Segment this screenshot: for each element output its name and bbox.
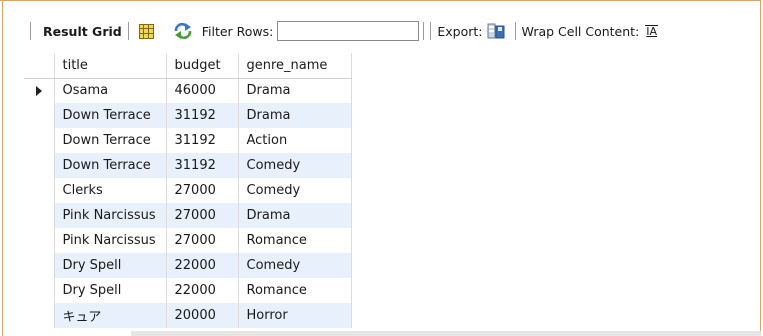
table-row[interactable]: Dry Spell 22000 Romance — [24, 278, 352, 303]
wrap-cell-label: Wrap Cell Content: — [521, 23, 640, 39]
cell-genre-name[interactable]: Drama — [238, 103, 352, 128]
cell-budget[interactable]: 20000 — [166, 303, 239, 328]
row-marker[interactable] — [24, 303, 55, 328]
toolbar-separator — [423, 22, 425, 40]
cell-genre-name[interactable]: Romance — [238, 278, 352, 303]
column-header-genre-name[interactable]: genre_name — [238, 53, 352, 79]
column-header-budget[interactable]: budget — [166, 53, 239, 79]
cell-budget[interactable]: 46000 — [166, 78, 239, 103]
cell-genre-name[interactable]: Comedy — [238, 153, 352, 178]
cell-budget[interactable]: 22000 — [166, 253, 239, 278]
cell-budget[interactable]: 22000 — [166, 278, 239, 303]
frame-left-edge — [2, 0, 3, 336]
result-grid-label[interactable]: Result Grid — [43, 24, 122, 39]
current-row-pointer-icon — [35, 85, 42, 96]
cell-title[interactable]: Down Terrace — [54, 128, 167, 153]
result-grid-table: title budget genre_name Osama 46000 Dram… — [24, 53, 352, 328]
column-header-title[interactable]: title — [54, 53, 167, 79]
row-marker[interactable] — [24, 203, 55, 228]
export-icon[interactable] — [487, 23, 505, 39]
table-row[interactable]: キュア 20000 Horror — [24, 303, 352, 328]
cell-title[interactable]: キュア — [54, 303, 167, 328]
toolbar-separator — [430, 22, 432, 40]
row-marker[interactable] — [24, 178, 55, 203]
table-row[interactable]: Pink Narcissus 27000 Romance — [24, 228, 352, 253]
cell-genre-name[interactable]: Drama — [238, 203, 352, 228]
table-row[interactable]: Down Terrace 31192 Drama — [24, 103, 352, 128]
cell-title[interactable]: Down Terrace — [54, 153, 167, 178]
row-marker[interactable] — [24, 78, 55, 103]
cell-budget[interactable]: 27000 — [166, 228, 239, 253]
cell-title[interactable]: Down Terrace — [54, 103, 167, 128]
result-grid-icon[interactable] — [138, 23, 154, 39]
cell-genre-name[interactable]: Action — [238, 128, 352, 153]
result-toolbar: Result Grid Filter Rows: Export: Wrap Ce… — [24, 17, 659, 45]
filter-rows-label: Filter Rows: — [201, 23, 274, 39]
cell-genre-name[interactable]: Drama — [238, 78, 352, 103]
toolbar-separator — [514, 22, 516, 40]
export-label: Export: — [437, 23, 483, 39]
table-row[interactable]: Clerks 27000 Comedy — [24, 178, 352, 203]
row-marker[interactable] — [24, 153, 55, 178]
table-row[interactable]: Dry Spell 22000 Comedy — [24, 253, 352, 278]
cell-budget[interactable]: 31192 — [166, 153, 239, 178]
cell-budget[interactable]: 31192 — [166, 103, 239, 128]
row-marker[interactable] — [24, 253, 55, 278]
cell-title[interactable]: Dry Spell — [54, 253, 167, 278]
toolbar-separator — [127, 22, 129, 40]
cell-title[interactable]: Pink Narcissus — [54, 228, 167, 253]
filter-rows-input[interactable] — [277, 21, 420, 41]
row-marker[interactable] — [24, 278, 55, 303]
cell-title[interactable]: Osama — [54, 78, 167, 103]
cell-title[interactable]: Pink Narcissus — [54, 203, 167, 228]
row-marker[interactable] — [24, 228, 55, 253]
cell-title[interactable]: Clerks — [54, 178, 167, 203]
cell-genre-name[interactable]: Romance — [238, 228, 352, 253]
header-row: title budget genre_name — [24, 53, 352, 79]
cell-budget[interactable]: 27000 — [166, 178, 239, 203]
wrap-cell-icon[interactable]: IA — [645, 25, 659, 37]
refresh-icon[interactable] — [172, 22, 194, 40]
row-marker[interactable] — [24, 103, 55, 128]
table-row[interactable]: Down Terrace 31192 Action — [24, 128, 352, 153]
cell-budget[interactable]: 27000 — [166, 203, 239, 228]
table-row[interactable]: Osama 46000 Drama — [24, 78, 352, 103]
cell-budget[interactable]: 31192 — [166, 128, 239, 153]
table-row[interactable]: Down Terrace 31192 Comedy — [24, 153, 352, 178]
row-marker[interactable] — [24, 128, 55, 153]
cell-genre-name[interactable]: Comedy — [238, 178, 352, 203]
cell-genre-name[interactable]: Comedy — [238, 253, 352, 278]
cell-genre-name[interactable]: Horror — [238, 303, 352, 328]
table-row[interactable]: Pink Narcissus 27000 Drama — [24, 203, 352, 228]
cell-title[interactable]: Dry Spell — [54, 278, 167, 303]
horizontal-scrollbar[interactable] — [131, 331, 761, 336]
toolbar-separator — [30, 22, 31, 40]
row-marker-header — [24, 53, 55, 79]
